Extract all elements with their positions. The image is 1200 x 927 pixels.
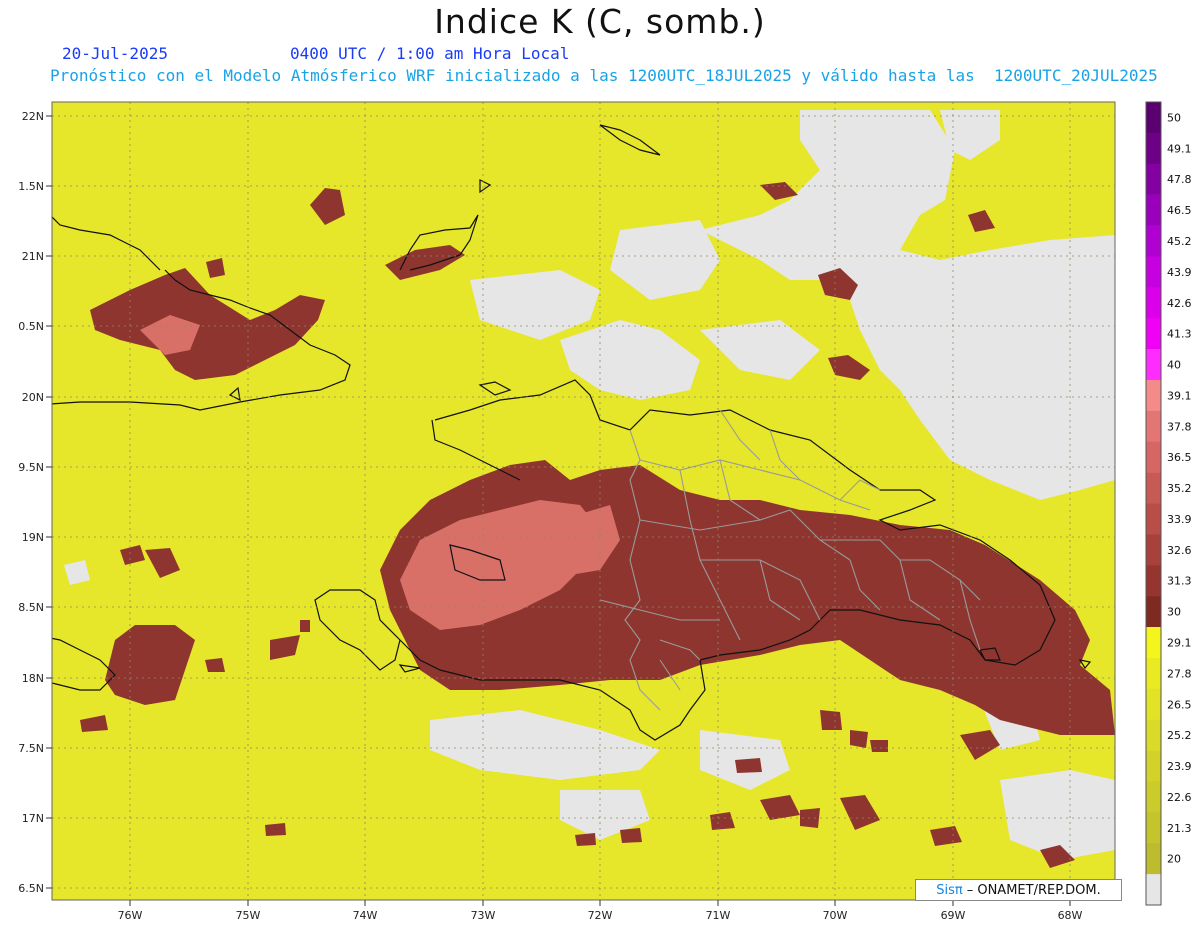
legend-swatch (1146, 472, 1161, 504)
credit-text: – ONAMET/REP.DOM. (966, 882, 1101, 898)
legend-label: 20 (1167, 853, 1181, 866)
legend-label: 45.2 (1167, 235, 1192, 248)
lat-label: 8.5N (18, 601, 44, 614)
forecast-date: 20-Jul-2025 (62, 44, 168, 63)
legend-swatch (1146, 565, 1161, 597)
legend-swatch (1146, 812, 1161, 844)
legend-swatch (1146, 627, 1161, 659)
lat-label: 0.5N (18, 320, 44, 333)
valid-time: 0400 UTC / 1:00 am Hora Local (290, 44, 570, 63)
legend-swatch (1146, 194, 1161, 226)
legend-label: 42.6 (1167, 297, 1192, 310)
legend-label: 21.3 (1167, 822, 1192, 835)
legend-swatch (1146, 102, 1161, 134)
legend-swatch (1146, 534, 1161, 566)
lat-label: 21N (22, 250, 44, 263)
legend-swatch (1146, 750, 1161, 782)
legend-label: 50 (1167, 111, 1181, 124)
legend-swatch (1146, 132, 1161, 165)
lon-label: 72W (588, 909, 613, 922)
legend-swatch (1146, 163, 1161, 195)
legend-label: 37.8 (1167, 420, 1192, 433)
lon-labels: 76W 75W 74W 73W 72W 71W 70W 69W 68W (118, 909, 1083, 922)
legend-swatch (1146, 441, 1161, 473)
legend-label: 31.3 (1167, 575, 1192, 588)
lon-label: 73W (471, 909, 496, 922)
color-legend: 50 49.1 47.8 46.5 45.2 43.9 42.6 41.3 40 39.1 37.8… (1145, 101, 1192, 906)
legend-swatch (1146, 657, 1161, 690)
legend-swatch (1146, 688, 1161, 720)
model-description: Pronóstico con el Modelo Atmósferico WRF… (50, 66, 1158, 85)
page-title: Indice K (C, somb.) (434, 2, 766, 41)
lat-label: 20N (22, 391, 44, 404)
lat-label: 7.5N (18, 742, 44, 755)
lon-label: 70W (823, 909, 848, 922)
lon-label: 71W (706, 909, 731, 922)
lat-label: 1.5N (18, 180, 44, 193)
lon-label: 74W (353, 909, 378, 922)
lon-label: 69W (941, 909, 966, 922)
legend-swatch (1146, 719, 1161, 751)
legend-swatch (1146, 349, 1161, 381)
legend-label: 47.8 (1167, 173, 1192, 186)
legend-swatch (1146, 256, 1161, 288)
lat-label: 9.5N (18, 461, 44, 474)
lat-label: 22N (22, 110, 44, 123)
legend-label: 30 (1167, 606, 1181, 619)
lat-label: 6.5N (18, 882, 44, 895)
legend-label: 41.3 (1167, 328, 1192, 341)
legend-label: 49.1 (1167, 142, 1192, 155)
legend-swatch (1146, 225, 1161, 257)
lon-label: 75W (236, 909, 261, 922)
legend-label: 35.2 (1167, 482, 1192, 495)
legend-swatch (1146, 843, 1161, 875)
lon-label: 68W (1058, 909, 1083, 922)
legend-swatch (1146, 287, 1161, 319)
legend-label: 39.1 (1167, 389, 1192, 402)
legend-label: 40 (1167, 359, 1181, 372)
legend-swatch (1146, 503, 1161, 535)
legend-label: 23.9 (1167, 760, 1192, 773)
legend-swatch (1146, 596, 1161, 628)
credit-box: Sisπ – ONAMET/REP.DOM. (915, 879, 1122, 901)
legend-label: 25.2 (1167, 729, 1192, 742)
sispi-logo: Sisπ (936, 882, 963, 898)
legend-label: 36.5 (1167, 451, 1192, 464)
legend-swatch (1146, 318, 1161, 350)
legend-label: 26.5 (1167, 698, 1192, 711)
legend-label: 29.1 (1167, 636, 1192, 649)
legend-swatch (1146, 379, 1161, 412)
lat-ticks (46, 115, 52, 889)
legend-label: 46.5 (1167, 204, 1192, 217)
legend-label: 32.6 (1167, 544, 1192, 557)
lon-label: 76W (118, 909, 143, 922)
lat-labels: 22N 1.5N 21N 0.5N 20N 9.5N 19N 8.5N 18N … (18, 110, 44, 895)
legend-label: 22.6 (1167, 791, 1192, 804)
legend-swatch (1146, 410, 1161, 443)
legend-swatch (1146, 874, 1161, 906)
lat-label: 18N (22, 672, 44, 685)
legend-label: 27.8 (1167, 667, 1192, 680)
legend-swatch (1146, 781, 1161, 813)
legend-label: 43.9 (1167, 266, 1192, 279)
legend-label: 33.9 (1167, 513, 1192, 526)
lat-label: 19N (22, 531, 44, 544)
lat-label: 17N (22, 812, 44, 825)
weather-map: 22N 1.5N 21N 0.5N 20N 9.5N 19N 8.5N 18N … (18, 101, 1192, 922)
